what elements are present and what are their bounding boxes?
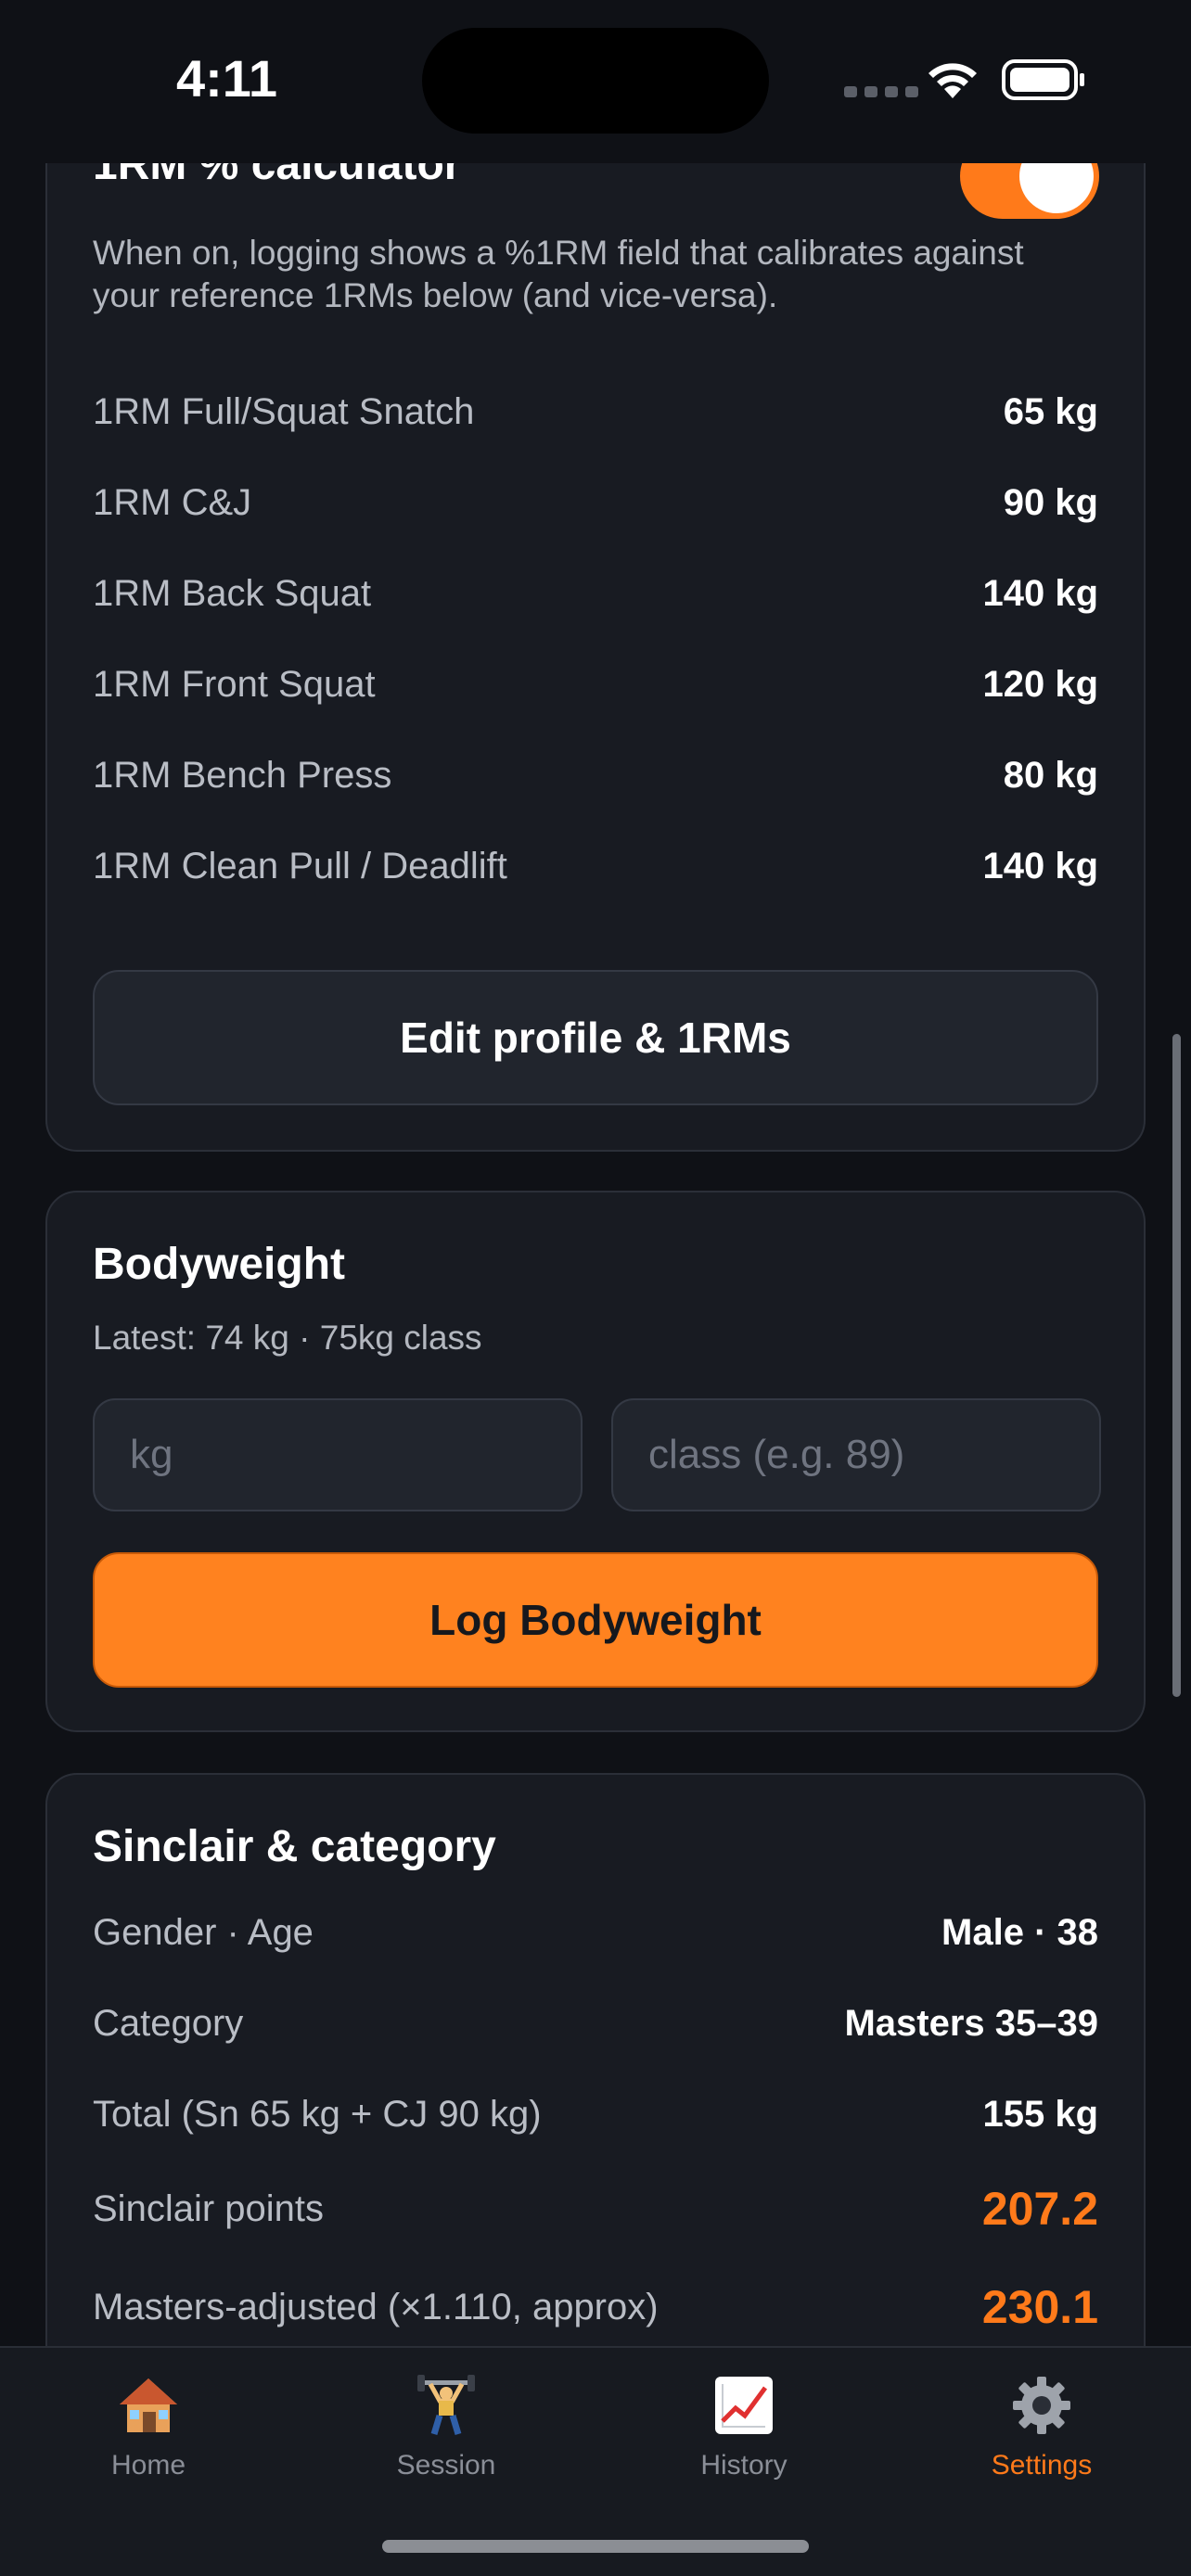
wifi-icon — [928, 63, 977, 98]
tab-session[interactable]: Session — [335, 2368, 557, 2481]
bodyweight-title: Bodyweight — [93, 1240, 345, 1289]
masters-adjusted-value: 230.1 — [981, 2281, 1098, 2333]
status-time: 4:11 — [176, 49, 277, 108]
house-icon — [111, 2368, 186, 2442]
one-rm-value: 120 kg — [982, 663, 1098, 705]
vertical-scrollbar[interactable] — [1172, 1034, 1181, 1697]
bodyweight-card: Bodyweight Latest: 74 kg · 75kg class kg… — [45, 1191, 1146, 1732]
gear-icon — [1005, 2368, 1079, 2442]
one-rm-row: 1RM Back Squat 140 kg — [93, 566, 1098, 621]
chart-increasing-icon — [707, 2368, 781, 2442]
one-rm-label: 1RM Clean Pull / Deadlift — [93, 845, 507, 886]
tab-label: Session — [396, 2450, 496, 2480]
one-rm-calculator-card: 1RM % calculator When on, logging shows … — [45, 74, 1146, 1152]
sinclair-row: Gender · Age Male · 38 — [93, 1905, 1098, 1960]
status-bar: 4:11 — [0, 0, 1191, 163]
tab-label: Home — [110, 2450, 186, 2480]
dynamic-island — [422, 28, 769, 134]
sinclair-row: Sinclair points 207.2 — [93, 2181, 1098, 2237]
battery-icon — [1002, 59, 1084, 100]
log-bodyweight-button[interactable]: Log Bodyweight — [93, 1552, 1098, 1688]
sinclair-label: Gender · Age — [93, 1911, 314, 1953]
one-rm-value: 140 kg — [982, 845, 1098, 886]
edit-profile-button[interactable]: Edit profile & 1RMs — [93, 970, 1098, 1105]
one-rm-label: 1RM C&J — [93, 481, 252, 523]
tab-history[interactable]: History — [633, 2368, 855, 2481]
one-rm-label: 1RM Bench Press — [93, 754, 392, 796]
one-rm-value: 80 kg — [1003, 754, 1098, 796]
sinclair-card: Sinclair & category Gender · Age Male · … — [45, 1773, 1146, 2346]
sinclair-label: Masters-adjusted (×1.110, approx) — [93, 2286, 659, 2327]
tab-label: Settings — [991, 2450, 1093, 2480]
sinclair-value: Masters 35–39 — [844, 2002, 1098, 2044]
tab-settings[interactable]: Settings — [930, 2368, 1153, 2481]
one-rm-label: 1RM Front Squat — [93, 663, 376, 705]
sinclair-row: Category Masters 35–39 — [93, 1996, 1098, 2051]
sinclair-points-value: 207.2 — [981, 2183, 1098, 2235]
cellular-signal-icon — [844, 85, 926, 102]
one-rm-value: 140 kg — [982, 572, 1098, 614]
bodyweight-kg-input[interactable]: kg — [93, 1398, 583, 1511]
sinclair-value: 155 kg — [982, 2093, 1098, 2135]
weight-class-input[interactable]: class (e.g. 89) — [611, 1398, 1101, 1511]
sinclair-title: Sinclair & category — [93, 1822, 496, 1871]
one-rm-value: 90 kg — [1003, 481, 1098, 523]
tab-home[interactable]: Home — [37, 2368, 260, 2481]
sinclair-value: Male · 38 — [941, 1911, 1098, 1953]
one-rm-row: 1RM Front Squat 120 kg — [93, 657, 1098, 712]
one-rm-row: 1RM Full/Squat Snatch 65 kg — [93, 384, 1098, 440]
bodyweight-latest: Latest: 74 kg · 75kg class — [93, 1319, 482, 1357]
sinclair-row: Total (Sn 65 kg + CJ 90 kg) 155 kg — [93, 2086, 1098, 2142]
home-indicator[interactable] — [382, 2540, 809, 2553]
sinclair-label: Total (Sn 65 kg + CJ 90 kg) — [93, 2093, 542, 2135]
settings-scroll-view[interactable]: 1RM % calculator When on, logging shows … — [0, 0, 1191, 2346]
sinclair-label: Sinclair points — [93, 2187, 325, 2229]
tab-label: History — [700, 2450, 788, 2480]
one-rm-row: 1RM Bench Press 80 kg — [93, 747, 1098, 803]
sinclair-row: Masters-adjusted (×1.110, approx) 230.1 — [93, 2279, 1098, 2335]
sinclair-label: Category — [93, 2002, 244, 2044]
one-rm-label: 1RM Back Squat — [93, 572, 372, 614]
calculator-description: When on, logging shows a %1RM field that… — [93, 234, 1024, 314]
one-rm-row: 1RM C&J 90 kg — [93, 475, 1098, 530]
one-rm-value: 65 kg — [1003, 390, 1098, 432]
one-rm-label: 1RM Full/Squat Snatch — [93, 390, 475, 432]
one-rm-row: 1RM Clean Pull / Deadlift 140 kg — [93, 838, 1098, 894]
weightlifter-icon — [409, 2368, 483, 2442]
